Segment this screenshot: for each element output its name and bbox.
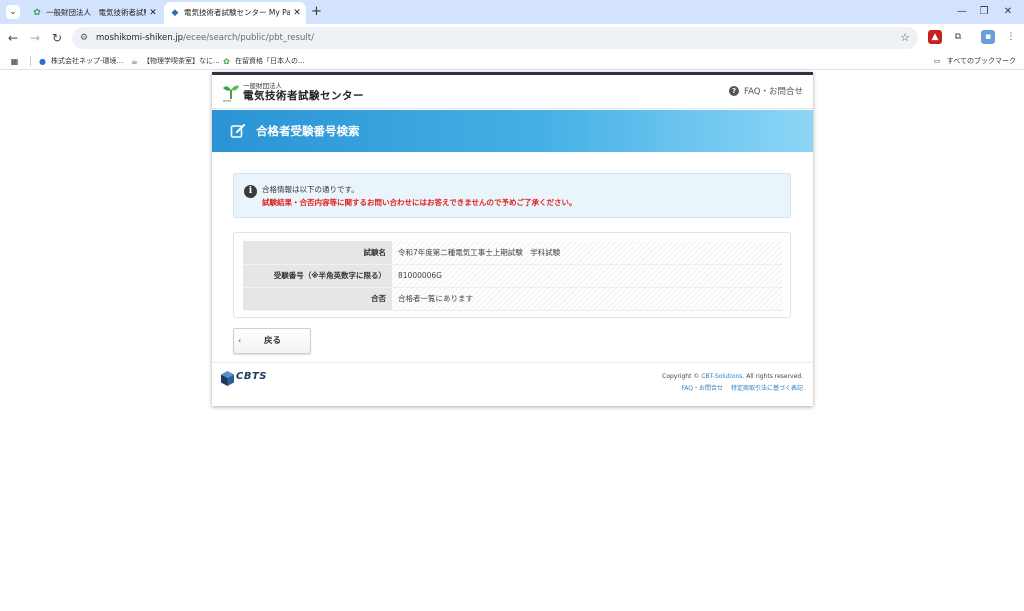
cbt-solutions-link[interactable]: CBT-Solutions	[701, 373, 742, 380]
reload-icon[interactable]: ↻	[48, 29, 66, 47]
info-notice: i 合格情報は以下の通りです。 試験結果・合否内容等に関するお問い合わせにはお答…	[233, 173, 791, 218]
close-tab-icon[interactable]: ✕	[292, 2, 302, 24]
footer-commerce-law-link[interactable]: 特定商取引法に基づく表記	[731, 385, 803, 392]
profile-icon[interactable]: ▪	[981, 30, 995, 44]
result-table: 試験名 令和7年度第二種電気工事士上期試験 学科試験 受験番号（※半角英数字に限…	[243, 241, 783, 311]
extensions-icon[interactable]: ⧉	[951, 30, 965, 44]
row-label: 合否	[243, 287, 392, 311]
bookmark-item[interactable]: ✿ 在留資格「日本人の...	[222, 54, 305, 68]
svg-text:ecee: ecee	[223, 99, 231, 102]
page-title: 合格者受験番号検索	[256, 124, 360, 138]
page-banner: 合格者受験番号検索	[212, 110, 813, 152]
row-label: 試験名	[243, 241, 392, 265]
faq-question-icon: ?	[729, 86, 740, 96]
chevron-left-icon: ‹	[238, 336, 242, 345]
url-text[interactable]: moshikomi-shiken.jp/ecee/search/public/p…	[96, 27, 314, 49]
info-icon: i	[244, 185, 257, 198]
footer-faq-link[interactable]: FAQ・お問合せ	[681, 385, 723, 392]
back-button-label: 戻る	[264, 336, 282, 346]
footer-divider	[212, 362, 813, 363]
tab-strip: ⌄ ✿ 一般財団法人 電気技術者試験センター ✕ ◆ 電気技術者試験センター M…	[0, 0, 1024, 24]
leaf-favicon: ✿	[33, 8, 41, 18]
pdf-extension-icon[interactable]: ▲	[928, 30, 942, 44]
address-bar[interactable]: ⚙ moshikomi-shiken.jp/ecee/search/public…	[72, 27, 918, 49]
forward-icon[interactable]: →	[26, 29, 44, 47]
row-value: 81000006G	[392, 264, 783, 288]
notice-message: 合格情報は以下の通りです。	[262, 185, 359, 194]
table-row: 受験番号（※半角英数字に限る） 81000006G	[243, 264, 783, 288]
table-row: 合否 合格者一覧にあります	[243, 287, 783, 311]
cube-favicon: ◆	[171, 8, 179, 18]
tab-search-icon[interactable]: ⌄	[6, 5, 20, 19]
restore-icon[interactable]: ❐	[974, 3, 994, 21]
kebab-menu-icon[interactable]: ⋮	[1004, 30, 1018, 44]
org-name: 電気技術者試験センター	[243, 90, 364, 102]
tab-ecee-home[interactable]: ✿ 一般財団法人 電気技術者試験センター ✕	[26, 2, 162, 24]
tab-title: 電気技術者試験センター My Page	[184, 8, 290, 17]
edit-icon	[230, 124, 245, 138]
faq-link[interactable]: ? FAQ・お問合せ	[729, 85, 803, 99]
bookmarks-bar: ▦ ● 株式会社ネップ-環境... ☕ 【物理学喫茶室】なに... ✿ 在留資格「日本…	[0, 52, 1024, 70]
brand-text: CBTS	[236, 371, 267, 382]
apps-icon[interactable]: ▦	[10, 54, 23, 68]
bookmark-icon: ☕	[130, 56, 139, 66]
all-bookmarks[interactable]: ▭ すべてのブックマーク	[934, 54, 1016, 68]
close-window-icon[interactable]: ✕	[998, 3, 1018, 21]
ecee-logo-icon: ecee	[223, 85, 239, 102]
row-value: 令和7年度第二種電気工事士上期試験 学科試験	[392, 241, 783, 265]
cube-logo-icon	[221, 371, 234, 386]
close-tab-icon[interactable]: ✕	[148, 2, 158, 24]
back-button[interactable]: ‹ 戻る	[233, 328, 311, 354]
back-icon[interactable]: ←	[4, 29, 22, 47]
minimize-icon[interactable]: —	[952, 3, 972, 21]
copyright: Copyright © CBT-Solutions. All rights re…	[662, 373, 803, 380]
page-card: ecee 一般財団法人 電気技術者試験センター ? FAQ・お問合せ 合格者受験番…	[212, 72, 813, 406]
site-info-icon[interactable]: ⚙	[80, 31, 88, 45]
folder-icon: ▭	[933, 57, 941, 65]
site-header: ecee 一般財団法人 電気技術者試験センター ? FAQ・お問合せ	[212, 75, 813, 109]
tab-mypage[interactable]: ◆ 電気技術者試験センター My Page ✕	[164, 2, 306, 24]
browser-toolbar: ← → ↻ ⚙ moshikomi-shiken.jp/ecee/search/…	[0, 24, 1024, 52]
bookmark-separator	[30, 56, 31, 66]
row-label: 受験番号（※半角英数字に限る）	[243, 264, 392, 288]
bookmark-icon: ✿	[223, 56, 230, 66]
bookmark-item[interactable]: ● 株式会社ネップ-環境...	[38, 54, 123, 68]
footer-links: FAQ・お問合せ 特定商取引法に基づく表記	[673, 384, 803, 393]
star-icon[interactable]: ☆	[900, 27, 910, 49]
tab-title: 一般財団法人 電気技術者試験センター	[46, 8, 146, 17]
cbts-logo: CBTS	[221, 370, 281, 388]
new-tab-button[interactable]: +	[311, 3, 322, 21]
result-panel: 試験名 令和7年度第二種電気工事士上期試験 学科試験 受験番号（※半角英数字に限…	[233, 232, 791, 318]
notice-warning: 試験結果・合否内容等に関するお問い合わせにはお答えできませんので予めご了承くださ…	[262, 198, 577, 207]
bookmark-icon: ●	[39, 56, 46, 66]
org-type: 一般財団法人	[243, 82, 282, 90]
bookmark-item[interactable]: ☕ 【物理学喫茶室】なに...	[130, 54, 220, 68]
row-value: 合格者一覧にあります	[392, 287, 783, 311]
table-row: 試験名 令和7年度第二種電気工事士上期試験 学科試験	[243, 241, 783, 265]
